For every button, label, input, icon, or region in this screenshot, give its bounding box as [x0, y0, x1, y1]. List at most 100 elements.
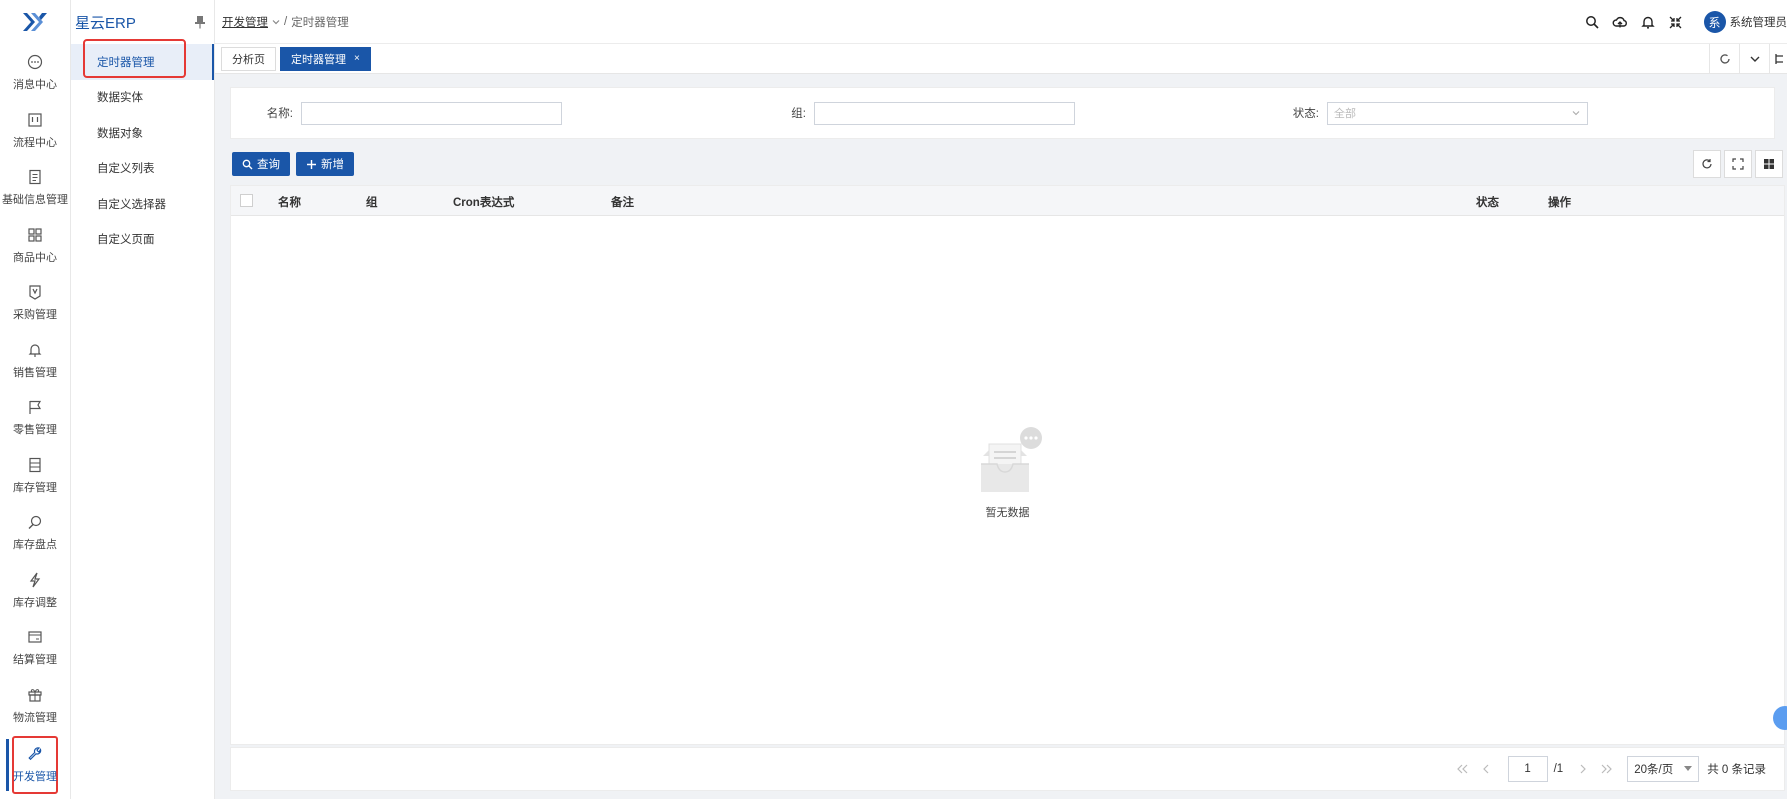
tab-expand-button[interactable]: [1769, 44, 1787, 74]
status-select[interactable]: 全部: [1327, 101, 1588, 125]
filter-status-group: 状态: 全部: [1257, 101, 1770, 125]
column-header-cron[interactable]: Cron表达式: [453, 194, 514, 210]
column-header-name[interactable]: 名称: [278, 194, 301, 210]
tab-label: 分析页: [232, 53, 265, 66]
group-label: 组:: [791, 108, 806, 120]
tab-timer[interactable]: 定时器管理 ×: [280, 46, 371, 71]
breadcrumb: 开发管理 / 定时器管理: [215, 14, 349, 30]
filter-bar: 名称: 组: 状态: 全部: [230, 87, 1775, 139]
rail-item-basic-info[interactable]: 基础信息管理: [0, 159, 70, 217]
rail-item-label: 零售管理: [13, 424, 57, 437]
rail-item-sales[interactable]: 销售管理: [0, 332, 70, 390]
document-icon: [26, 168, 44, 186]
refresh-icon: [1719, 54, 1730, 64]
data-table: 名称 组 Cron表达式 备注 状态 操作 暂无数据: [230, 185, 1785, 745]
table-fullscreen-button[interactable]: [1724, 150, 1752, 178]
search-button[interactable]: [1578, 15, 1606, 29]
page-size-select[interactable]: 20条/页: [1627, 756, 1700, 782]
sub-menu-item-label: 自定义页面: [97, 234, 155, 247]
rail-item-adjust[interactable]: 库存调整: [0, 562, 70, 620]
add-button[interactable]: 新增: [296, 152, 354, 176]
rail-item-message[interactable]: 消息中心: [0, 44, 70, 102]
prev-page-button[interactable]: [1474, 764, 1498, 774]
name-input[interactable]: [301, 101, 562, 125]
chevron-down-icon[interactable]: [271, 17, 281, 27]
rail-item-retail[interactable]: 零售管理: [0, 389, 70, 447]
rail-item-label: 销售管理: [13, 366, 57, 379]
avatar[interactable]: 系: [1703, 11, 1726, 33]
next-page-button[interactable]: [1571, 764, 1595, 774]
select-all-checkbox[interactable]: [240, 194, 253, 207]
sub-menu-item-timer[interactable]: 定时器管理: [71, 39, 214, 80]
fullscreen-button[interactable]: [1662, 16, 1690, 29]
tab-dropdown-button[interactable]: [1739, 44, 1769, 74]
sub-menu-item-custom-list[interactable]: 自定义列表: [71, 151, 214, 187]
columns-icon: [1764, 159, 1774, 169]
last-page-button[interactable]: [1595, 764, 1619, 774]
table-refresh-button[interactable]: [1693, 150, 1721, 178]
query-button[interactable]: 查询: [232, 152, 290, 176]
sub-menu-item-data-entity[interactable]: 数据实体: [71, 80, 214, 116]
refresh-icon: [1702, 159, 1712, 169]
add-button-label: 新增: [321, 159, 344, 171]
rail-item-goods[interactable]: 商品中心: [0, 217, 70, 275]
first-page-button[interactable]: [1450, 764, 1474, 774]
rail-item-flow[interactable]: 流程中心: [0, 102, 70, 160]
rail-item-label: 开发管理: [13, 771, 57, 784]
search-icon: [242, 159, 253, 169]
empty-box-icon: [980, 427, 1042, 492]
filter-name-group: 名称:: [231, 101, 744, 125]
close-icon[interactable]: ×: [354, 53, 360, 64]
brand-title: 星云ERP: [75, 14, 136, 32]
top-header: 开发管理 / 定时器管理 系 系统管理员: [215, 0, 1787, 44]
tab-refresh-button[interactable]: [1709, 44, 1739, 74]
wrench-icon: [26, 745, 44, 763]
rail-item-settlement[interactable]: 结算管理: [0, 619, 70, 677]
table-columns-button[interactable]: [1755, 150, 1783, 178]
column-header-group[interactable]: 组: [366, 194, 378, 210]
lightning-icon: [26, 571, 44, 589]
logo-icon: [23, 13, 47, 31]
rail-item-label: 库存管理: [13, 481, 57, 494]
wallet-icon: [26, 628, 44, 646]
chevron-left-icon: [1482, 764, 1489, 774]
sub-menu-item-data-object[interactable]: 数据对象: [71, 115, 214, 151]
sub-menu-item-label: 数据对象: [97, 127, 143, 140]
sub-menu-item-custom-selector[interactable]: 自定义选择器: [71, 186, 214, 222]
pin-icon[interactable]: [194, 15, 206, 29]
rail-item-dev[interactable]: 开发管理: [12, 736, 58, 794]
notification-button[interactable]: [1634, 15, 1662, 29]
rail-item-label: 采购管理: [13, 309, 57, 322]
breadcrumb-root[interactable]: 开发管理: [222, 14, 268, 30]
empty-text: 暂无数据: [985, 507, 1030, 519]
rail-item-purchase[interactable]: 采购管理: [0, 274, 70, 332]
upload-button[interactable]: [1606, 15, 1634, 29]
app-logo[interactable]: [0, 0, 70, 44]
storage-icon: [26, 456, 44, 474]
double-chevron-right-icon: [1601, 764, 1613, 774]
sub-menu-item-label: 自定义选择器: [97, 198, 166, 211]
column-header-actions[interactable]: 操作: [1548, 194, 1571, 210]
pagination: 1 /1 20条/页 共 0 条记录: [230, 747, 1785, 791]
rail-item-logistics[interactable]: 物流管理: [0, 677, 70, 735]
sub-menu-item-custom-page[interactable]: 自定义页面: [71, 222, 214, 258]
group-input[interactable]: [814, 101, 1075, 125]
action-bar: 查询 新增: [232, 152, 360, 176]
page-number-input[interactable]: 1: [1507, 756, 1548, 782]
column-header-status[interactable]: 状态: [1476, 194, 1499, 210]
rail-item-label: 消息中心: [13, 79, 57, 92]
query-button-label: 查询: [257, 159, 280, 171]
rail-item-inventory[interactable]: 库存管理: [0, 447, 70, 505]
rail-item-stocktake[interactable]: 库存盘点: [0, 504, 70, 562]
user-name[interactable]: 系统管理员: [1730, 14, 1787, 30]
search-icon: [1585, 16, 1599, 29]
column-header-remark[interactable]: 备注: [611, 194, 634, 210]
collapse-icon: [1669, 16, 1682, 28]
chevron-down-icon: [1572, 111, 1580, 116]
tab-tools: [1709, 44, 1787, 74]
tab-analysis[interactable]: 分析页: [221, 46, 276, 71]
tab-bar: 分析页 定时器管理 ×: [215, 44, 1787, 74]
total-records: 共 0 条记录: [1707, 764, 1766, 776]
tab-label: 定时器管理: [291, 53, 346, 66]
caret-down-icon: [1684, 766, 1693, 771]
